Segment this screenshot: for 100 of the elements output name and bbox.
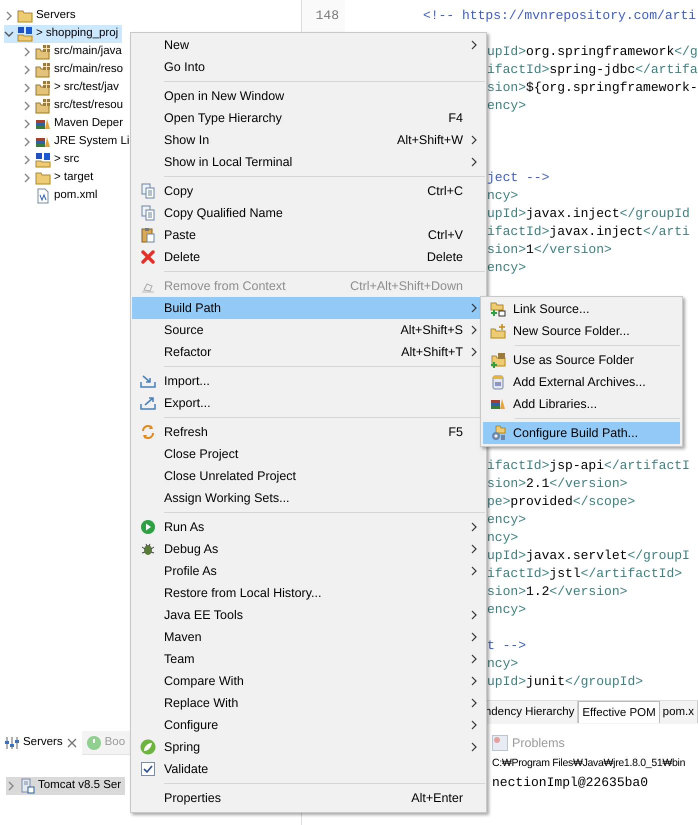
leaf-icon [140, 739, 156, 755]
menu-item[interactable]: Assign Working Sets... [132, 487, 485, 509]
tree-item[interactable]: > shopping_proj [4, 25, 122, 43]
menu-item[interactable]: Java EE Tools [132, 604, 485, 626]
code-line: upId>org.springframework</g [487, 43, 698, 61]
chevron-right-icon[interactable] [22, 65, 32, 75]
code-line: ncy> [487, 655, 518, 673]
menu-item[interactable]: Maven [132, 626, 485, 648]
pages-icon [140, 183, 156, 199]
bug-icon [140, 541, 156, 557]
code-line: t --> [487, 637, 526, 655]
tree-item[interactable]: Servers [4, 7, 80, 25]
menu-item[interactable]: New [132, 34, 485, 56]
code-line: ncy> [487, 187, 518, 205]
console-line: nectionImpl@22635ba0 [492, 774, 648, 792]
menu-item[interactable]: Import... [132, 370, 485, 392]
package-folder-icon [35, 44, 51, 60]
project-icon [17, 26, 33, 42]
folder-icon [35, 170, 51, 186]
menu-item[interactable]: Open in New Window [132, 85, 485, 107]
chevron-right-icon[interactable] [6, 781, 16, 791]
menu-item[interactable]: Use as Source Folder [483, 349, 680, 371]
code-line: upId>junit</groupId> [487, 673, 644, 691]
export-icon [140, 395, 156, 411]
menu-item[interactable]: Delete Delete [132, 246, 485, 268]
tree-item[interactable]: > src/test/jav [22, 79, 123, 97]
menu-item[interactable]: Refresh F5 [132, 421, 485, 443]
chevron-right-icon[interactable] [22, 119, 32, 129]
server-icon [19, 778, 35, 794]
code-line: ifactId>javax.inject</arti [487, 223, 690, 241]
menu-item[interactable]: Validate [132, 758, 485, 780]
checkbox[interactable] [141, 762, 155, 776]
problems-icon [492, 735, 508, 751]
code-line: sion>1.2</version> [487, 583, 628, 601]
menu-item[interactable]: Run As [132, 516, 485, 538]
delete-icon [140, 249, 156, 265]
menu-item[interactable]: Profile As [132, 560, 485, 582]
code-line: upId>javax.servlet</groupI [487, 547, 690, 565]
package-folder-icon [35, 80, 51, 96]
menu-item[interactable]: Copy Ctrl+C [132, 180, 485, 202]
editor-tab[interactable]: Effective POM [578, 701, 660, 723]
menu-item[interactable]: Paste Ctrl+V [132, 224, 485, 246]
code-line: sion>${org.springframework- [487, 79, 698, 97]
tree-item[interactable]: > src [22, 151, 84, 169]
chevron-down-icon[interactable] [4, 29, 14, 39]
project-icon [35, 152, 51, 168]
menu-item[interactable]: Copy Qualified Name [132, 202, 485, 224]
code-line: <!-- https://mvnrepository.com/arti [423, 7, 696, 25]
tree-item[interactable]: Tomcat v8.5 Ser [6, 777, 126, 795]
chevron-right-icon[interactable] [22, 101, 32, 111]
code-line: ency> [487, 601, 526, 619]
chevron-right-icon[interactable] [22, 137, 32, 147]
menu-item[interactable]: Spring [132, 736, 485, 758]
editor-tab[interactable]: pom.x [660, 701, 698, 723]
code-line: upId>javax.inject</groupId [487, 205, 690, 223]
close-icon[interactable] [66, 737, 78, 749]
menu-item[interactable]: Restore from Local History... [132, 582, 485, 604]
menu-item[interactable]: Configure Build Path... [483, 422, 680, 444]
menu-item[interactable]: Debug As [132, 538, 485, 560]
tree-item[interactable]: src/main/java [22, 43, 126, 61]
menu-item[interactable]: Refactor Alt+Shift+T [132, 341, 485, 363]
menu-item[interactable]: Show In Alt+Shift+W [132, 129, 485, 151]
tree-item[interactable]: pom.xml [22, 187, 102, 205]
menu-item[interactable]: Close Project [132, 443, 485, 465]
menu-item[interactable]: Source Alt+Shift+S [132, 319, 485, 341]
code-line: ency> [487, 97, 526, 115]
chevron-right-icon[interactable] [22, 83, 32, 93]
chevron-right-icon[interactable] [22, 47, 32, 57]
tree-item[interactable]: src/main/reso [22, 61, 128, 79]
menu-item[interactable]: Export... [132, 392, 485, 414]
chevron-right-icon[interactable] [22, 173, 32, 183]
tree-item[interactable]: JRE System Li [22, 133, 134, 151]
menu-item[interactable]: Properties Alt+Enter [132, 787, 485, 809]
power-icon [86, 735, 102, 751]
menu-item[interactable]: Open Type Hierarchy F4 [132, 107, 485, 129]
pages-icon [140, 205, 156, 221]
view-tab[interactable]: Servers [0, 731, 82, 755]
menu-item[interactable]: Add Libraries... [483, 393, 680, 415]
menu-item[interactable]: Show in Local Terminal [132, 151, 485, 173]
menu-item[interactable]: Close Unrelated Project [132, 465, 485, 487]
console-line: C:₩Program Files₩Java₩jre1.8.0_51₩bin [492, 756, 686, 771]
package-folder-icon [35, 98, 51, 114]
code-line: ency> [487, 259, 526, 277]
code-line: ifactId>jsp-api</artifactI [487, 457, 690, 475]
code-line: sion>2.1</version> [487, 475, 628, 493]
menu-item[interactable]: Go Into [132, 56, 485, 78]
menu-item[interactable]: New Source Folder... [483, 320, 680, 342]
tree-item[interactable]: Maven Deper [22, 115, 128, 133]
menu-item[interactable]: Team [132, 648, 485, 670]
tree-item[interactable]: src/test/resou [22, 97, 128, 115]
code-line: ncy> [487, 529, 518, 547]
tree-item[interactable]: > target [22, 169, 98, 187]
chevron-right-icon[interactable] [22, 155, 32, 165]
servers-icon [4, 735, 20, 751]
menu-item[interactable]: Add External Archives... [483, 371, 680, 393]
chevron-right-icon[interactable] [4, 11, 14, 21]
menu-item[interactable]: Link Source... [483, 298, 680, 320]
menu-item[interactable]: Compare With [132, 670, 485, 692]
play-icon [140, 519, 156, 535]
code-line: sion>1</version> [487, 241, 612, 259]
